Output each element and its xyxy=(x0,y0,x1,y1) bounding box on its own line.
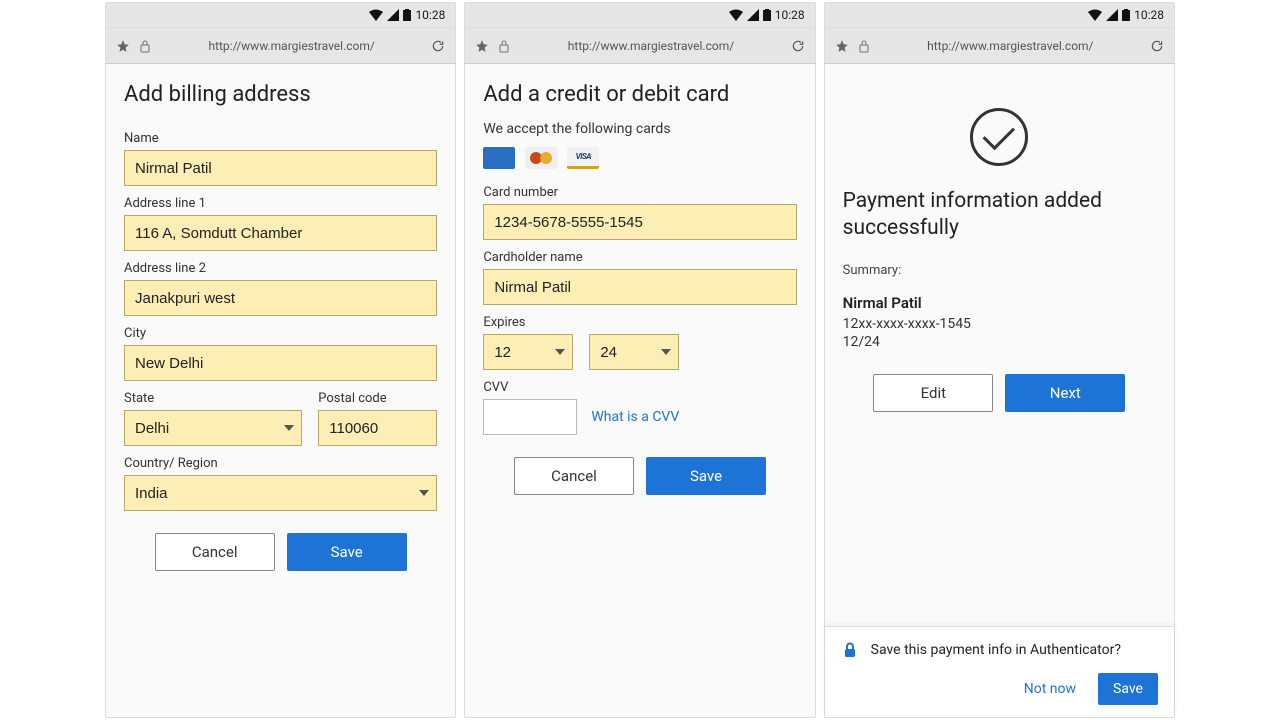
lock-icon xyxy=(497,39,511,53)
addr2-field[interactable] xyxy=(124,280,437,316)
url-text[interactable]: http://www.margiestravel.com/ xyxy=(879,39,1142,53)
star-icon[interactable] xyxy=(116,39,130,53)
url-bar: http://www.margiestravel.com/ xyxy=(106,27,455,63)
visa-logo: VISA xyxy=(567,147,599,169)
cvv-help-link[interactable]: What is a CVV xyxy=(591,409,679,425)
city-field[interactable] xyxy=(124,345,437,381)
name-field[interactable] xyxy=(124,150,437,186)
signal-icon xyxy=(387,9,399,21)
battery-icon xyxy=(1122,9,1130,21)
label-postal: Postal code xyxy=(318,391,437,406)
status-time: 10:28 xyxy=(415,8,445,22)
reload-icon[interactable] xyxy=(431,39,445,53)
url-bar: http://www.margiestravel.com/ xyxy=(465,27,814,63)
summary-masked: 12xx-xxxx-xxxx-1545 xyxy=(843,316,1156,332)
next-button[interactable]: Next xyxy=(1005,374,1125,412)
label-country: Country/ Region xyxy=(124,456,437,471)
page-title: Add a credit or debit card xyxy=(483,82,796,107)
accept-text: We accept the following cards xyxy=(483,121,796,137)
edit-button[interactable]: Edit xyxy=(873,374,993,412)
summary-name: Nirmal Patil xyxy=(843,294,1156,312)
accepted-cards: VISA xyxy=(483,147,796,169)
lock-icon xyxy=(857,39,871,53)
url-bar: http://www.margiestravel.com/ xyxy=(825,27,1174,63)
cancel-button[interactable]: Cancel xyxy=(155,533,275,571)
label-expires: Expires xyxy=(483,315,796,330)
status-time: 10:28 xyxy=(775,8,805,22)
status-bar: 10:28 xyxy=(465,3,814,27)
label-state: State xyxy=(124,391,302,406)
not-now-button[interactable]: Not now xyxy=(1012,673,1088,705)
save-button[interactable]: Save xyxy=(646,457,766,495)
phone-success: 10:28 http://www.margiestravel.com/ Paym… xyxy=(824,2,1175,718)
signal-icon xyxy=(747,9,759,21)
country-select[interactable] xyxy=(124,475,437,511)
label-name: Name xyxy=(124,131,437,146)
label-city: City xyxy=(124,326,437,341)
state-select[interactable] xyxy=(124,410,302,446)
exp-month-select[interactable] xyxy=(483,334,573,370)
star-icon[interactable] xyxy=(475,39,489,53)
postal-field[interactable] xyxy=(318,410,437,446)
url-text[interactable]: http://www.margiestravel.com/ xyxy=(160,39,423,53)
summary-label: Summary: xyxy=(843,263,1156,278)
label-addr1: Address line 1 xyxy=(124,196,437,211)
cvv-field[interactable] xyxy=(483,399,577,435)
label-cvv: CVV xyxy=(483,380,796,395)
wifi-icon xyxy=(1088,9,1102,21)
label-addr2: Address line 2 xyxy=(124,261,437,276)
status-bar: 10:28 xyxy=(825,3,1174,27)
toast-text: Save this payment info in Authenticator? xyxy=(871,642,1121,658)
exp-year-select[interactable] xyxy=(589,334,679,370)
status-time: 10:28 xyxy=(1134,8,1164,22)
amex-logo xyxy=(483,147,515,169)
label-cardholder: Cardholder name xyxy=(483,250,796,265)
save-toast: Save this payment info in Authenticator?… xyxy=(825,626,1174,717)
cancel-button[interactable]: Cancel xyxy=(514,457,634,495)
signal-icon xyxy=(1106,9,1118,21)
success-title: Payment information added successfully xyxy=(843,188,1156,243)
cardholder-field[interactable] xyxy=(483,269,796,305)
addr1-field[interactable] xyxy=(124,215,437,251)
toast-save-button[interactable]: Save xyxy=(1098,673,1158,705)
phone-billing: 10:28 http://www.margiestravel.com/ Add … xyxy=(105,2,456,718)
status-bar: 10:28 xyxy=(106,3,455,27)
reload-icon[interactable] xyxy=(1150,39,1164,53)
mastercard-logo xyxy=(525,147,557,169)
authenticator-lock-icon xyxy=(841,641,859,659)
checkmark-circle-icon xyxy=(970,108,1028,166)
wifi-icon xyxy=(369,9,383,21)
summary-exp: 12/24 xyxy=(843,334,1156,350)
save-button[interactable]: Save xyxy=(287,533,407,571)
battery-icon xyxy=(403,9,411,21)
url-text[interactable]: http://www.margiestravel.com/ xyxy=(519,39,782,53)
reload-icon[interactable] xyxy=(791,39,805,53)
star-icon[interactable] xyxy=(835,39,849,53)
label-card-number: Card number xyxy=(483,185,796,200)
phone-card: 10:28 http://www.margiestravel.com/ Add … xyxy=(464,2,815,718)
card-number-field[interactable] xyxy=(483,204,796,240)
battery-icon xyxy=(763,9,771,21)
wifi-icon xyxy=(729,9,743,21)
page-title: Add billing address xyxy=(124,82,437,107)
lock-icon xyxy=(138,39,152,53)
